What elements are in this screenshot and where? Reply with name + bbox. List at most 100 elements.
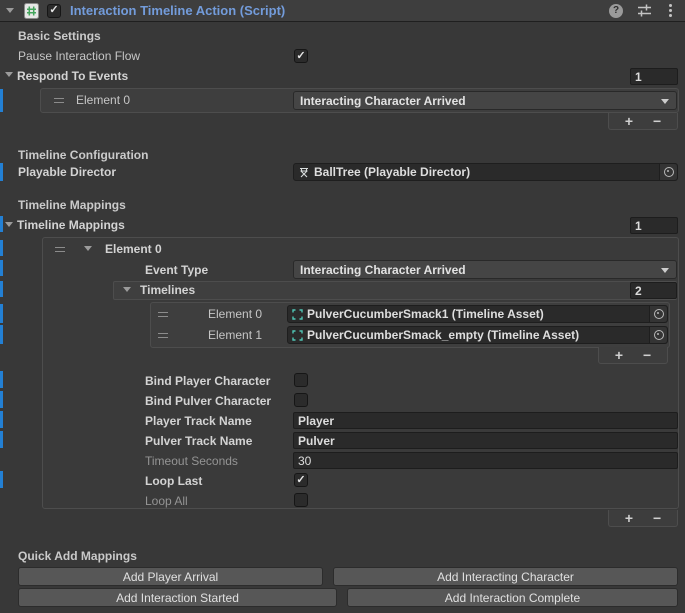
check-icon: ✓ (49, 5, 58, 16)
dropdown-value: Interacting Character Arrived (300, 263, 466, 277)
override-bar (0, 216, 3, 232)
basic-settings-title: Basic Settings (18, 28, 101, 44)
component-foldout-icon[interactable] (6, 8, 14, 13)
drag-handle[interactable] (158, 312, 168, 317)
mappings-size-field[interactable] (630, 217, 678, 234)
chevron-down-icon (661, 99, 669, 104)
override-bar (0, 304, 3, 323)
add-interacting-character-button[interactable]: Add Interacting Character (333, 567, 678, 586)
remove-element-button[interactable]: − (643, 348, 651, 362)
respond-foldout-icon[interactable] (5, 72, 13, 77)
override-bar (0, 89, 3, 112)
drag-handle[interactable] (54, 98, 64, 103)
remove-element-button[interactable]: − (653, 114, 661, 128)
timeout-seconds-field[interactable] (293, 452, 678, 469)
add-player-arrival-button[interactable]: Add Player Arrival (18, 567, 323, 586)
object-value: PulverCucumberSmack_empty (Timeline Asse… (307, 328, 579, 342)
unity-inspector-panel: ✓ Interaction Timeline Action (Script) ?… (0, 0, 685, 613)
bind-pulver-character-label: Bind Pulver Character (145, 393, 271, 409)
timeline-mappings-section-title: Timeline Mappings (18, 197, 126, 213)
timelines-size-field[interactable] (630, 282, 677, 299)
timeline-element-label: Element 1 (208, 327, 262, 343)
mapping-element-label[interactable]: Element 0 (105, 241, 162, 257)
check-icon: ✓ (296, 475, 305, 486)
component-header: ✓ Interaction Timeline Action (Script) ? (0, 0, 685, 22)
menu-icon[interactable] (669, 9, 672, 12)
mappings-list-footer: + − (608, 510, 678, 527)
script-icon (24, 3, 39, 19)
add-element-button[interactable]: + (625, 114, 633, 128)
override-bar (0, 391, 3, 408)
add-element-button[interactable]: + (625, 511, 633, 525)
bind-player-character-label: Bind Player Character (145, 373, 270, 389)
timelines-title[interactable]: Timelines (140, 282, 195, 298)
respond-event-dropdown[interactable]: Interacting Character Arrived (293, 91, 677, 110)
object-value: BallTree (Playable Director) (314, 165, 470, 179)
add-element-button[interactable]: + (615, 348, 623, 362)
timeline-asset-icon (292, 330, 303, 341)
drag-handle[interactable] (55, 247, 65, 252)
override-bar (0, 325, 3, 344)
timeline-asset-icon (292, 309, 303, 320)
timeout-seconds-label: Timeout Seconds (145, 453, 238, 469)
header-actions: ? (609, 4, 675, 18)
bind-pulver-character-checkbox[interactable] (294, 393, 308, 407)
pause-interaction-flow-label: Pause Interaction Flow (18, 48, 140, 64)
bind-player-character-checkbox[interactable] (294, 373, 308, 387)
remove-element-button[interactable]: − (653, 511, 661, 525)
add-interaction-started-button[interactable]: Add Interaction Started (18, 588, 337, 607)
picker-ring (654, 309, 664, 319)
mappings-foldout-icon[interactable] (5, 222, 13, 227)
timelines-list-header (113, 281, 677, 300)
override-bar (0, 371, 3, 388)
picker-ring (664, 167, 674, 177)
dropdown-value: Interacting Character Arrived (300, 94, 466, 108)
component-title[interactable]: Interaction Timeline Action (Script) (70, 3, 285, 18)
playable-director-label: Playable Director (18, 164, 116, 180)
override-bar (0, 240, 3, 256)
object-value: PulverCucumberSmack1 (Timeline Asset) (307, 307, 544, 321)
player-track-name-label: Player Track Name (145, 413, 252, 429)
override-bar (0, 163, 3, 181)
drag-handle[interactable] (158, 333, 168, 338)
add-interaction-complete-button[interactable]: Add Interaction Complete (347, 588, 678, 607)
pause-interaction-flow-checkbox[interactable]: ✓ (294, 49, 308, 63)
component-enabled-checkbox[interactable]: ✓ (47, 4, 61, 18)
help-icon[interactable]: ? (609, 4, 623, 18)
object-picker-icon[interactable] (649, 327, 667, 343)
pulver-track-name-label: Pulver Track Name (145, 433, 252, 449)
timeline-element-label: Element 0 (208, 306, 262, 322)
override-bar (0, 411, 3, 428)
respond-element-label: Element 0 (76, 92, 130, 108)
object-picker-icon[interactable] (659, 164, 677, 180)
mapping-element-foldout-icon[interactable] (84, 246, 92, 251)
check-icon: ✓ (296, 51, 305, 62)
timeline-asset-field[interactable]: PulverCucumberSmack1 (Timeline Asset) (287, 305, 668, 323)
respond-title[interactable]: Respond To Events (17, 68, 128, 84)
respond-list-footer: + − (608, 113, 678, 130)
loop-all-checkbox[interactable] (294, 493, 308, 507)
timeline-asset-field[interactable]: PulverCucumberSmack_empty (Timeline Asse… (287, 326, 668, 344)
presets-icon[interactable] (637, 4, 652, 17)
override-bar (0, 260, 3, 276)
player-track-name-field[interactable] (293, 412, 678, 429)
override-bar (0, 471, 3, 488)
pulver-track-name-field[interactable] (293, 432, 678, 449)
loop-all-label: Loop All (145, 493, 188, 509)
loop-last-checkbox[interactable]: ✓ (294, 473, 308, 487)
object-picker-icon[interactable] (649, 306, 667, 322)
timelines-list-footer: + − (598, 347, 668, 364)
chevron-down-icon (661, 268, 669, 273)
timelines-foldout-icon[interactable] (123, 287, 131, 292)
mappings-title[interactable]: Timeline Mappings (17, 217, 125, 233)
override-bar (0, 431, 3, 448)
loop-last-label: Loop Last (145, 473, 202, 489)
playable-director-field[interactable]: BallTree (Playable Director) (293, 163, 678, 181)
picker-ring (654, 330, 664, 340)
help-glyph: ? (613, 5, 619, 16)
respond-size-field[interactable] (630, 68, 678, 85)
timeline-configuration-title: Timeline Configuration (18, 147, 148, 163)
event-type-dropdown[interactable]: Interacting Character Arrived (293, 260, 677, 279)
event-type-label: Event Type (145, 262, 208, 278)
override-bar (0, 281, 3, 297)
